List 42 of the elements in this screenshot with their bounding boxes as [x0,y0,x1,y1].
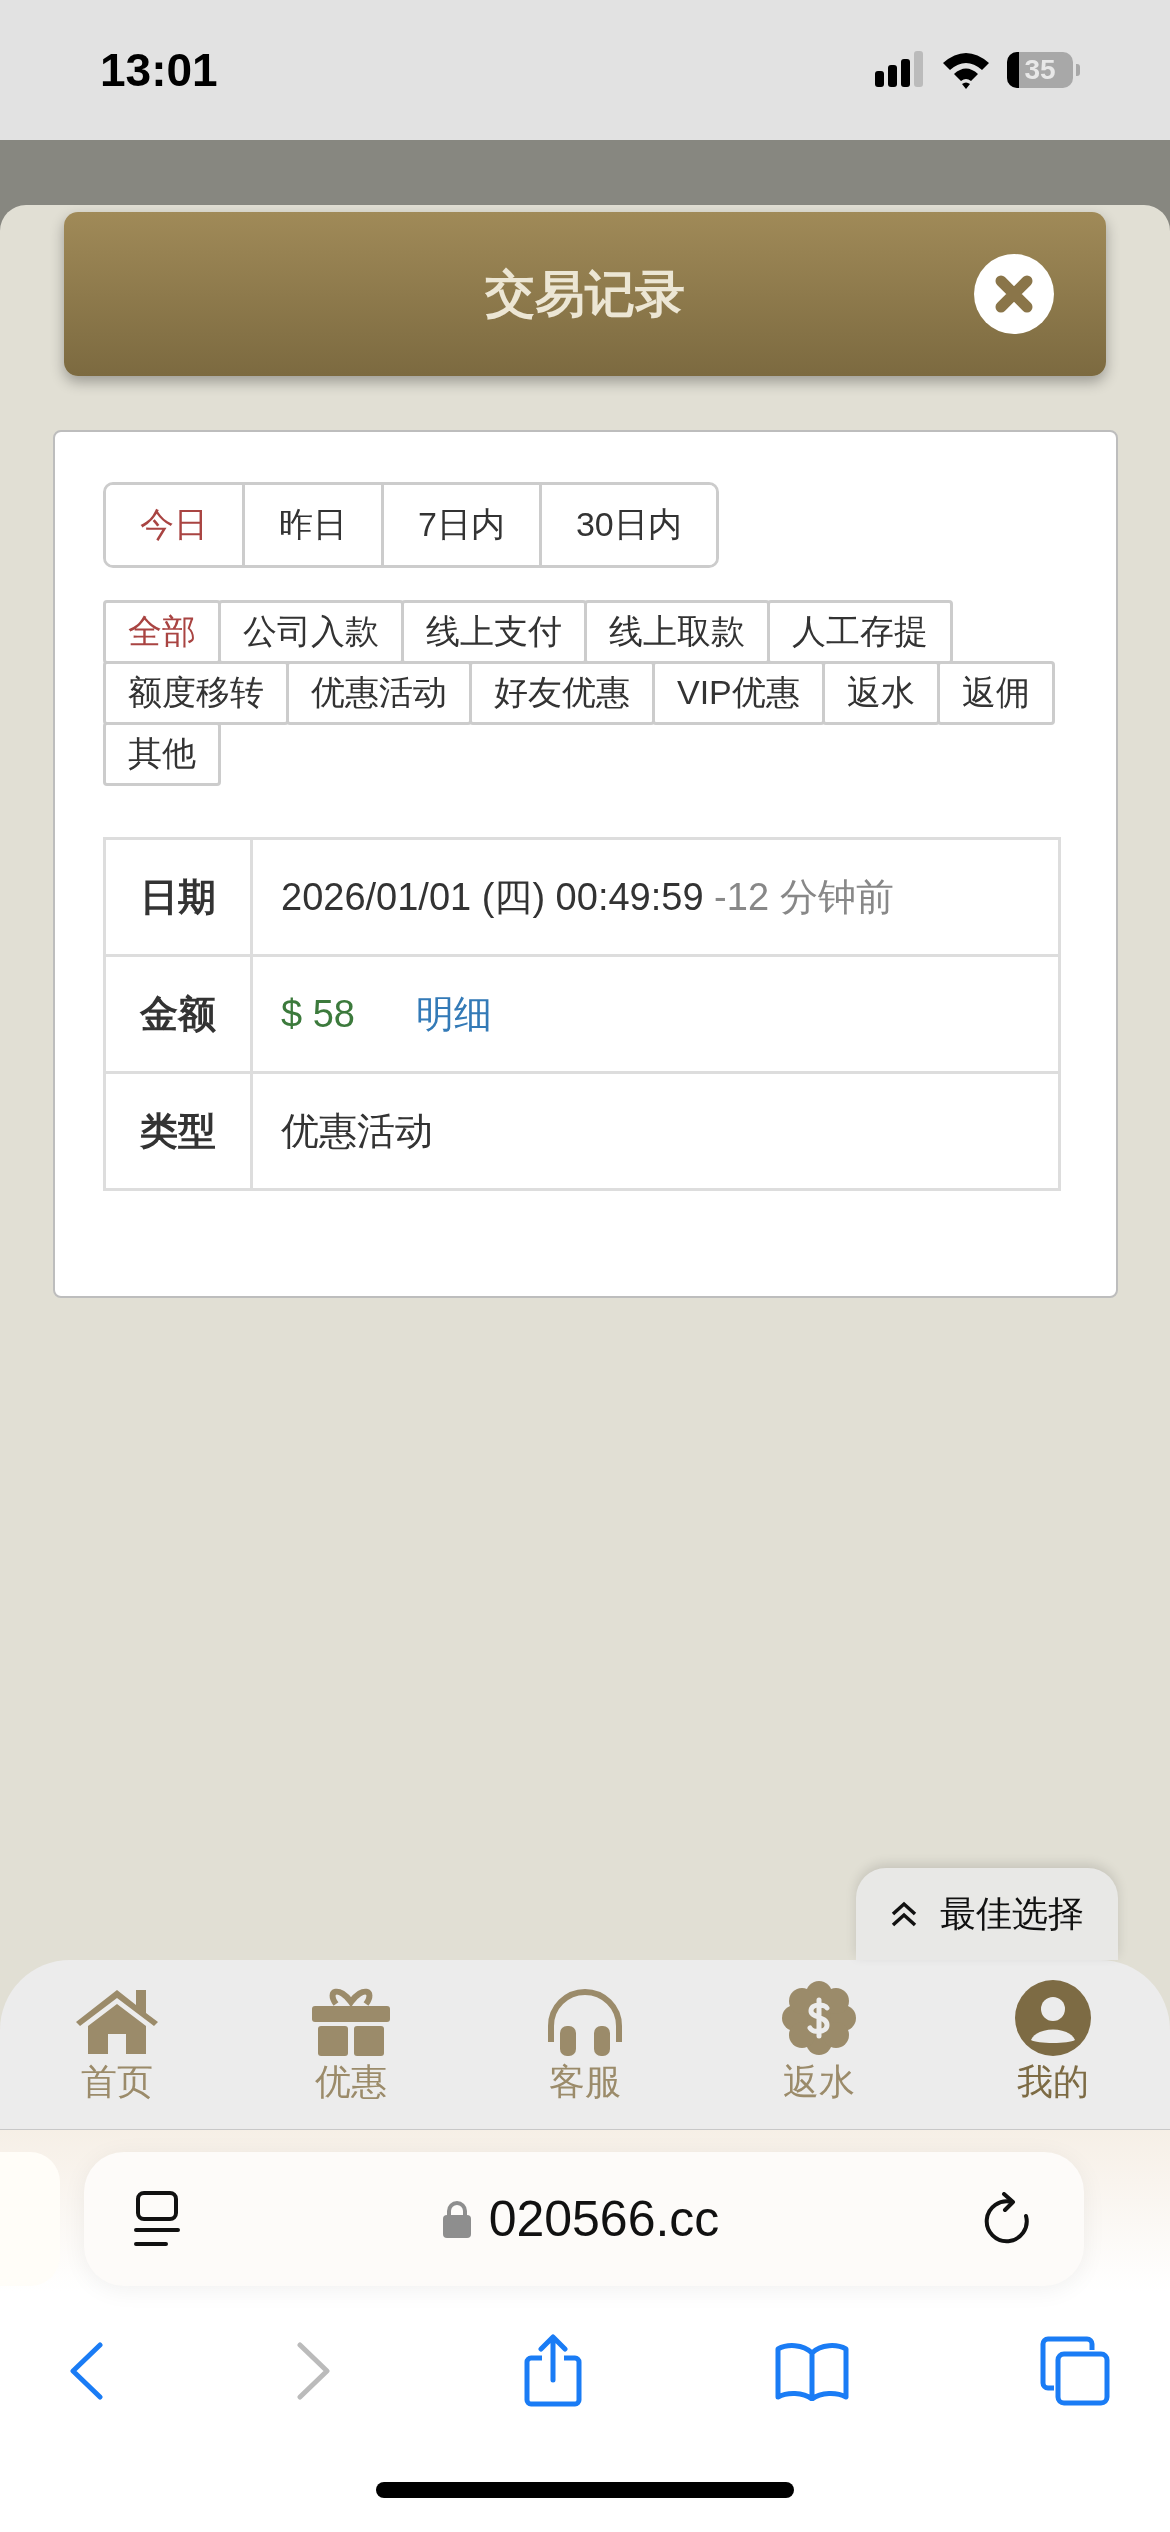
table-header-cell: 金额 [104,955,252,1073]
tabs-icon[interactable] [1040,2336,1110,2406]
type-filter-tab[interactable]: 全部 [103,600,221,664]
page-menu-icon[interactable] [134,2190,180,2248]
close-icon[interactable] [974,254,1054,334]
table-header-cell: 类型 [104,1072,252,1190]
bookmarks-icon[interactable] [774,2341,849,2401]
type-filter-tab[interactable]: 线上支付 [401,600,587,664]
type-filter-tab[interactable]: VIP优惠 [652,661,825,725]
type-filter-tab[interactable]: 返水 [821,661,940,725]
type-filter-tab[interactable]: 其他 [103,722,221,786]
type-value: 优惠活动 [281,1109,433,1152]
date-value: 2026/01/01 (四) 00:49:59 [281,875,704,918]
table-header-cell: 日期 [104,838,252,956]
best-choice-button[interactable]: 最佳选择 [856,1868,1118,1960]
dialog-title: 交易记录 [485,264,685,324]
type-filter-tab[interactable]: 优惠活动 [286,661,472,725]
details-link[interactable]: 明细 [415,992,492,1035]
date-tab[interactable]: 30日内 [538,485,716,565]
type-filter-tab[interactable]: 好友优惠 [469,661,655,725]
amount-value: $ 58 [281,992,355,1035]
gift-icon [312,1986,390,2056]
reload-icon[interactable] [982,2192,1032,2246]
status-time: 13:01 [100,43,218,97]
time-ago: -12 分钟前 [714,875,894,918]
url-text: 020566.cc [488,2190,720,2248]
signal-icon [875,51,925,89]
nav-item[interactable]: 我的 [936,1960,1170,2129]
headset-icon [546,1986,624,2056]
user-avatar-icon [1015,1980,1091,2056]
share-icon[interactable] [523,2334,583,2408]
address-bar[interactable]: 020566.cc [84,2152,1084,2286]
type-filter-tab[interactable]: 公司入款 [218,600,404,664]
lock-icon [442,2200,471,2238]
type-filter-tab[interactable]: 人工存提 [767,600,953,664]
double-chevron-up-icon [890,1901,918,1927]
wifi-icon [941,51,991,89]
back-icon[interactable] [68,2342,104,2400]
dollar-badge-icon [781,1980,857,2056]
type-filter-tab[interactable]: 线上取款 [584,600,770,664]
type-filter-tab[interactable]: 额度移转 [103,661,289,725]
type-filter-tab[interactable]: 返佣 [936,661,1055,725]
